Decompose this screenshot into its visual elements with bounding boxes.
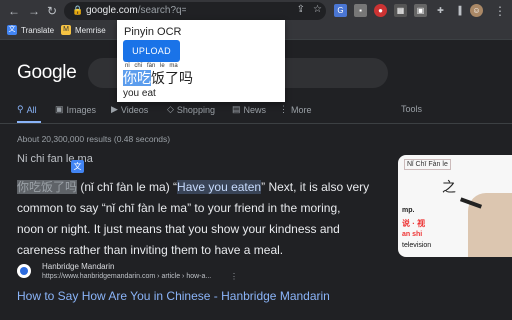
popup-translation: you eat <box>123 88 156 99</box>
tabs-divider <box>0 123 512 124</box>
translate-extension-icon[interactable]: G <box>334 4 347 17</box>
snippet-hanzi: 你吃饭了吗 <box>17 180 78 194</box>
tab-more[interactable]: ⋮ More <box>279 104 312 115</box>
google-logo[interactable]: Google <box>17 62 77 84</box>
tab-videos[interactable]: ▶ Videos <box>111 104 148 115</box>
extensions-puzzle-icon[interactable]: ✚ <box>434 4 447 17</box>
tab-images[interactable]: ▣ Images <box>55 104 96 115</box>
snippet-quote: Have you eaten <box>177 180 262 194</box>
translate-icon: 文 <box>7 25 17 35</box>
forward-icon[interactable]: → <box>26 3 42 19</box>
share-icon[interactable]: ⇪ <box>297 4 305 15</box>
thumbnail-heading: Nǐ Chī Fàn le <box>404 159 451 170</box>
bookmark-translate[interactable]: 文 Translate <box>7 25 54 35</box>
menu-icon[interactable]: ⋮ <box>492 3 508 19</box>
back-icon[interactable]: ← <box>6 3 22 19</box>
tab-shopping[interactable]: ◇ Shopping <box>167 104 215 115</box>
address-bar[interactable]: 🔒 google.com/search?q=ni+chi+fan+le+ma&r… <box>64 2 326 20</box>
snippet-pinyin: (nǐ chī fàn le ma) “ <box>77 180 178 194</box>
extension-square-icon[interactable]: ▣ <box>414 4 427 17</box>
bookmark-memrise[interactable]: M Memrise <box>61 25 106 35</box>
url-text: google.com/search?q=ni+chi+fan+le+ma&rlz… <box>86 5 186 16</box>
result-title-link[interactable]: How to Say How Are You in Chinese - Hanb… <box>17 289 330 303</box>
reload-icon[interactable]: ↻ <box>44 3 60 19</box>
result-stats: About 20,300,000 results (0.48 seconds) <box>17 134 171 144</box>
snippet-thumbnail[interactable]: Nǐ Chī Fàn le 之 mp. 说 · 视 an shi televis… <box>398 155 512 257</box>
profile-avatar[interactable]: ☺ <box>470 4 483 17</box>
extension-icon[interactable]: ▪ <box>354 4 367 17</box>
upload-button[interactable]: UPLOAD <box>123 40 180 62</box>
news-icon: ▤ <box>232 104 241 114</box>
pinyin-ocr-popup: Pinyin OCR UPLOAD nǐ chī fàn le ma 你吃饭了吗… <box>117 20 285 102</box>
more-icon: ⋮ <box>279 104 288 114</box>
search-icon: ⚲ <box>17 104 24 114</box>
thumbnail-red-char: 说 · 视 <box>402 219 426 228</box>
extension-grid-icon[interactable]: ▦ <box>394 4 407 17</box>
image-icon: ▣ <box>55 104 64 114</box>
google-translate-icon[interactable]: 文 <box>71 160 84 173</box>
browser-toolbar: ← → ↻ 🔒 google.com/search?q=ni+chi+fan+l… <box>0 0 512 22</box>
video-icon: ▶ <box>111 104 118 114</box>
tab-tools[interactable]: Tools <box>401 104 422 114</box>
star-icon[interactable]: ☆ <box>313 4 322 15</box>
popup-title: Pinyin OCR <box>124 26 182 38</box>
extension-red-icon[interactable]: ● <box>374 4 387 17</box>
lock-icon: 🔒 <box>72 5 84 15</box>
thumbnail-character: 之 <box>442 179 456 195</box>
memrise-icon: M <box>61 25 71 35</box>
tab-news[interactable]: ▤ News <box>232 104 266 115</box>
search-tabs: ⚲ All ▣ Images ▶ Videos ◇ Shopping ▤ News ⋮ Mo… <box>17 104 437 118</box>
tag-icon: ◇ <box>167 104 174 114</box>
tab-all[interactable]: ⚲ All <box>17 104 37 115</box>
sidepanel-icon[interactable]: ▐ <box>452 4 465 17</box>
site-favicon <box>17 264 31 278</box>
more-options-icon[interactable]: ⋮ <box>230 272 238 281</box>
popup-chinese: 你吃饭了吗 <box>123 70 193 86</box>
featured-snippet: 你吃饭了吗 (nǐ chī fàn le ma) “Have you eaten… <box>17 180 370 257</box>
